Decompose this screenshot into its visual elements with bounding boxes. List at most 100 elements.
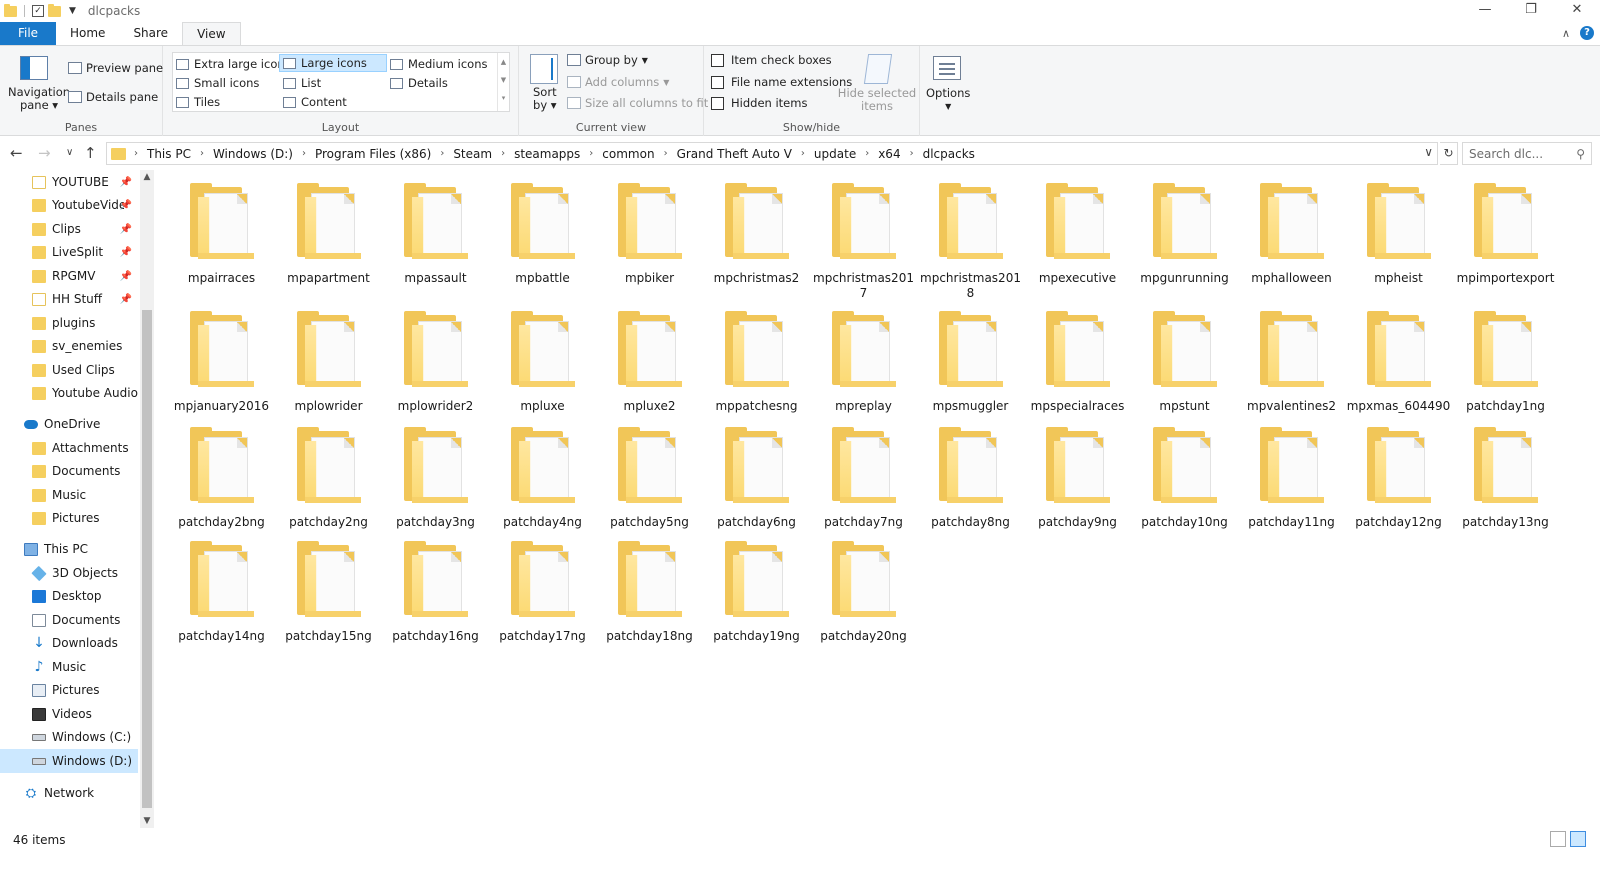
- folder-item[interactable]: mpassault: [382, 180, 489, 302]
- breadcrumb-this-pc[interactable]: This PC: [147, 147, 191, 161]
- folder-item[interactable]: patchday14ng: [168, 538, 275, 660]
- nav-item-rpgmv[interactable]: RPGMV 📌: [0, 264, 138, 288]
- folder-item[interactable]: mpapartment: [275, 180, 382, 302]
- folder-item[interactable]: patchday8ng: [917, 424, 1024, 546]
- breadcrumb-windows-d[interactable]: Windows (D:): [213, 147, 293, 161]
- folder-item[interactable]: mpimportexport: [1452, 180, 1559, 302]
- hidden-items-toggle[interactable]: Hidden items: [711, 96, 807, 110]
- add-columns-button[interactable]: Add columns ▼: [567, 75, 669, 89]
- folder-item[interactable]: mphalloween: [1238, 180, 1345, 302]
- folder-item[interactable]: mpheist: [1345, 180, 1452, 302]
- forward-arrow-icon[interactable]: →: [38, 144, 51, 162]
- collapse-ribbon-icon[interactable]: ∧: [1562, 27, 1570, 40]
- folder-item[interactable]: patchday5ng: [596, 424, 703, 546]
- layout-extra-large-icons[interactable]: Extra large icons: [173, 55, 294, 73]
- nav-item-desktop[interactable]: Desktop: [0, 584, 138, 608]
- back-arrow-icon[interactable]: ←: [10, 144, 23, 162]
- up-arrow-icon[interactable]: ↑: [84, 144, 97, 162]
- breadcrumb-chevron-icon[interactable]: ›: [200, 148, 204, 159]
- folder-item[interactable]: patchday1ng: [1452, 308, 1559, 430]
- nav-item-windows-c[interactable]: Windows (C:): [0, 725, 138, 749]
- properties-icon[interactable]: ✓: [32, 5, 44, 17]
- large-icons-view-icon[interactable]: [1570, 831, 1586, 847]
- folder-item[interactable]: mpchristmas2017: [810, 180, 917, 302]
- folder-item[interactable]: mpspecialraces: [1024, 308, 1131, 430]
- folder-item[interactable]: patchday3ng: [382, 424, 489, 546]
- folder-item[interactable]: mpxmas_604490: [1345, 308, 1452, 430]
- folder-item[interactable]: mpstunt: [1131, 308, 1238, 430]
- breadcrumb-dlcpacks[interactable]: dlcpacks: [923, 147, 975, 161]
- nav-item-youtube-audios[interactable]: Youtube Audios: [0, 381, 138, 405]
- nav-item-documents[interactable]: Documents: [0, 608, 138, 632]
- nav-item-videos[interactable]: Videos: [0, 702, 138, 726]
- nav-item-music[interactable]: ♪ Music: [0, 655, 138, 679]
- folder-item[interactable]: patchday9ng: [1024, 424, 1131, 546]
- folder-item[interactable]: patchday2ng: [275, 424, 382, 546]
- folder-item[interactable]: mpgunrunning: [1131, 180, 1238, 302]
- nav-item-3d-objects[interactable]: 3D Objects: [0, 561, 138, 585]
- breadcrumb-chevron-icon[interactable]: ›: [440, 148, 444, 159]
- file-name-extensions-toggle[interactable]: File name extensions: [711, 75, 852, 89]
- nav-item-onedrive-documents[interactable]: Documents: [0, 459, 138, 483]
- item-check-boxes-toggle[interactable]: Item check boxes: [711, 53, 832, 67]
- refresh-icon[interactable]: ↻: [1440, 142, 1458, 165]
- folder-item[interactable]: mpluxe2: [596, 308, 703, 430]
- breadcrumb-common[interactable]: common: [602, 147, 654, 161]
- nav-item-youtube[interactable]: YOUTUBE 📌: [0, 170, 138, 194]
- nav-item-this-pc[interactable]: This PC: [0, 537, 138, 561]
- folder-item[interactable]: mpchristmas2: [703, 180, 810, 302]
- maximize-button[interactable]: ❐: [1508, 0, 1554, 22]
- folder-item[interactable]: patchday6ng: [703, 424, 810, 546]
- size-columns-button[interactable]: Size all columns to fit: [567, 96, 708, 110]
- pin-icon[interactable]: 📌: [120, 224, 132, 235]
- nav-item-windows-d[interactable]: Windows (D:): [0, 749, 138, 773]
- folder-item[interactable]: mplowrider2: [382, 308, 489, 430]
- layout-large-icons[interactable]: Large icons: [279, 54, 387, 72]
- folder-item[interactable]: patchday17ng: [489, 538, 596, 660]
- folder-item[interactable]: patchday10ng: [1131, 424, 1238, 546]
- folder-item[interactable]: mpchristmas2018: [917, 180, 1024, 302]
- nav-item-pictures[interactable]: Pictures: [0, 678, 138, 702]
- folder-item[interactable]: patchday20ng: [810, 538, 917, 660]
- layout-scroll[interactable]: ▲ ▼ ▾: [497, 53, 509, 111]
- scroll-down-icon[interactable]: ▼: [140, 816, 154, 826]
- breadcrumb-chevron-icon[interactable]: ›: [865, 148, 869, 159]
- nav-item-onedrive-pictures[interactable]: Pictures: [0, 506, 138, 530]
- search-input[interactable]: Search dlc... ⚲: [1462, 142, 1592, 165]
- breadcrumb-chevron-icon[interactable]: ›: [664, 148, 668, 159]
- details-view-icon[interactable]: [1550, 831, 1566, 847]
- folder-item[interactable]: patchday4ng: [489, 424, 596, 546]
- breadcrumb-chevron-icon[interactable]: ›: [134, 148, 138, 159]
- folder-item[interactable]: mpexecutive: [1024, 180, 1131, 302]
- pin-icon[interactable]: 📌: [120, 271, 132, 282]
- folder-item[interactable]: patchday18ng: [596, 538, 703, 660]
- folder-item[interactable]: patchday15ng: [275, 538, 382, 660]
- navigation-pane-label[interactable]: Navigation pane ▾: [8, 86, 70, 112]
- breadcrumb-steam[interactable]: Steam: [453, 147, 492, 161]
- breadcrumb-update[interactable]: update: [814, 147, 856, 161]
- nav-item-onedrive[interactable]: OneDrive: [0, 412, 138, 436]
- folder-item[interactable]: mpluxe: [489, 308, 596, 430]
- tab-file[interactable]: File: [0, 22, 56, 45]
- minimize-button[interactable]: —: [1462, 0, 1508, 22]
- sort-by-label[interactable]: Sort by ▾: [533, 86, 557, 112]
- nav-item-onedrive-music[interactable]: Music: [0, 483, 138, 507]
- new-folder-icon[interactable]: [48, 3, 61, 17]
- group-by-button[interactable]: Group by ▼: [567, 53, 648, 67]
- pin-icon[interactable]: 📌: [120, 177, 132, 188]
- nav-item-network[interactable]: ⛭ Network: [0, 781, 138, 805]
- nav-item-used-clips[interactable]: Used Clips: [0, 358, 138, 382]
- close-button[interactable]: ✕: [1554, 0, 1600, 22]
- nav-item-livesplit[interactable]: LiveSplit 📌: [0, 240, 138, 264]
- pin-icon[interactable]: 📌: [120, 294, 132, 305]
- pin-icon[interactable]: 📌: [120, 200, 132, 211]
- folder-item[interactable]: mpsmuggler: [917, 308, 1024, 430]
- breadcrumb-steamapps[interactable]: steamapps: [514, 147, 580, 161]
- scrollbar-thumb[interactable]: [142, 310, 152, 808]
- breadcrumb-chevron-icon[interactable]: ›: [801, 148, 805, 159]
- layout-list[interactable]: List: [280, 74, 324, 92]
- folder-item[interactable]: mplowrider: [275, 308, 382, 430]
- options-label[interactable]: Options ▼: [926, 87, 970, 113]
- help-icon[interactable]: ?: [1580, 26, 1594, 40]
- nav-item-sv-enemies[interactable]: sv_enemies: [0, 334, 138, 358]
